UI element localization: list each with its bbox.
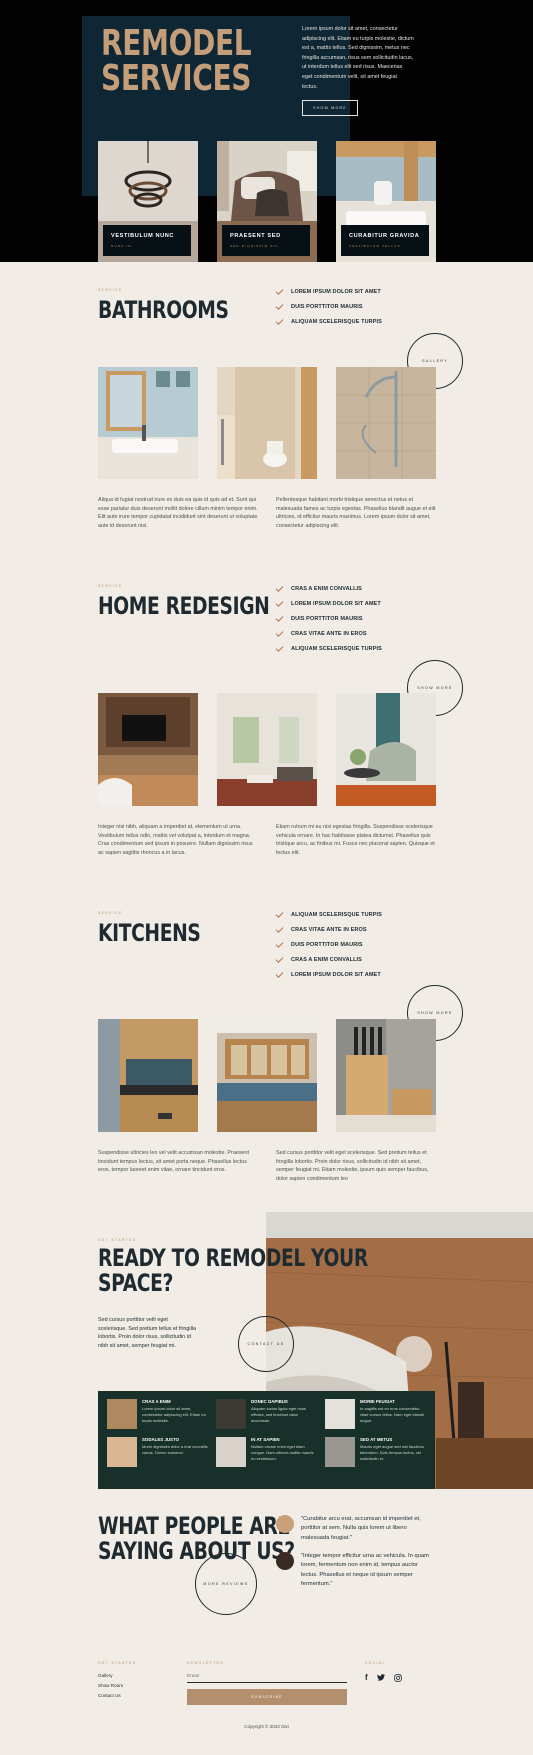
check-icon: [275, 643, 284, 652]
footer-link-gallery[interactable]: Gallery: [98, 1673, 137, 1678]
feature-thumb: [325, 1437, 355, 1467]
check-item: DUIS PORTTITOR MAURIS: [275, 299, 382, 314]
bathrooms-text-1: Aliqua id fugiat nostrud irure ex duis e…: [98, 497, 258, 529]
footer-col-2: NEWSLETTER SUBSCRIBE: [187, 1661, 347, 1705]
feature-thumb: [216, 1399, 246, 1429]
bathrooms-checklist: LOREM IPSUM DOLOR SIT AMET DUIS PORTTITO…: [275, 284, 382, 329]
home-text-2: Etiam rutrum mi eu nisi egestas fringill…: [276, 824, 435, 856]
kitchen-photo-3: [336, 1019, 436, 1132]
kitchens-eyebrow: SERVICE: [98, 911, 123, 915]
check-icon: [275, 286, 284, 295]
check-item: LOREM IPSUM DOLOR SIT AMET: [275, 967, 382, 982]
feature-thumb: [107, 1399, 137, 1429]
more-reviews-circle[interactable]: MORE REVIEWS: [195, 1553, 257, 1615]
check-item: CRAS A ENIM CONVALLIS: [275, 581, 382, 596]
hero-card-2-label: PRAESENT SED SED DIGNISSIM DUI: [222, 225, 310, 256]
home-checklist: CRAS A ENIM CONVALLIS LOREM IPSUM DOLOR …: [275, 581, 382, 656]
testimonial-2: "Integer tempor efficitur urna ac vehicu…: [276, 1552, 436, 1590]
testimonials-title: WHAT PEOPLE ARE SAYING ABOUT US?: [98, 1512, 295, 1565]
copyright: Copyright © 2022 Divi: [244, 1724, 289, 1729]
feature-item: MORBI FEUGIAT In sagittis est eu eros con…: [325, 1399, 426, 1429]
features-grid: CRAS A ENIM Lorem ipsum dolor sit amet, c…: [107, 1399, 426, 1467]
check-icon: [275, 939, 284, 948]
bathroom-photo-3: [336, 367, 436, 479]
check-icon: [275, 316, 284, 325]
hero-card-1[interactable]: VESTIBULUM NUNC NUNC ID: [98, 141, 198, 262]
check-item: DUIS PORTTITOR MAURIS: [275, 611, 382, 626]
cta-title: READY TO REMODEL YOUR SPACE?: [98, 1244, 368, 1297]
check-icon: [275, 598, 284, 607]
email-input[interactable]: [187, 1671, 347, 1683]
home-text-1: Integer nisi nibh, aliquam a imperdiet a…: [98, 824, 253, 856]
feature-item: SODALES JUSTO Morbi dignissim dolor a era…: [107, 1437, 208, 1467]
feature-thumb: [107, 1437, 137, 1467]
check-icon: [275, 628, 284, 637]
check-item: CRAS A ENIM CONVALLIS: [275, 952, 382, 967]
check-icon: [275, 954, 284, 963]
kitchen-photo-2: [217, 1019, 317, 1132]
check-icon: [275, 613, 284, 622]
home-photo-1: [98, 693, 198, 806]
cta-text: Sed cursus porttitor velit eget sceleris…: [98, 1317, 196, 1349]
kitchens-checklist: ALIQUAM SCELERISQUE TURPIS CRAS VITAE AN…: [275, 907, 382, 982]
avatar: [276, 1552, 294, 1570]
kitchen-photo-1: [98, 1019, 198, 1132]
hero-section: REMODEL SERVICES Lorem ipsum dolor sit a…: [0, 0, 533, 262]
feature-thumb: [325, 1399, 355, 1429]
check-item: DUIS PORTTITOR MAURIS: [275, 937, 382, 952]
check-icon: [275, 924, 284, 933]
testimonial-1: "Curabitur arcu erat, accumsan id imperd…: [276, 1515, 436, 1543]
footer-col-1: GET STARTED Gallery Show Room Contact Us: [98, 1661, 137, 1698]
feature-item: IN AT SAPIEN Nullam ornare enim eget diam…: [216, 1437, 317, 1467]
hero-card-1-label: VESTIBULUM NUNC NUNC ID: [103, 225, 191, 256]
hero-text: Lorem ipsum dolor sit amet, consectetur …: [302, 26, 414, 90]
home-title: HOME REDESIGN: [98, 592, 270, 620]
bathroom-photo-1: [98, 367, 198, 479]
check-item: CRAS VITAE ANTE IN EROS: [275, 626, 382, 641]
home-photo-2: [217, 693, 317, 806]
show-more-button[interactable]: SHOW MORE: [302, 100, 358, 116]
check-icon: [275, 301, 284, 310]
social-icons: f: [365, 1673, 402, 1682]
check-icon: [275, 909, 284, 918]
twitter-icon[interactable]: [376, 1674, 385, 1681]
footer-col-3: SOCIAL f: [365, 1661, 402, 1682]
instagram-icon[interactable]: [393, 1673, 402, 1682]
feature-item: DONEC DAPIBUS Aliquam luctus ligula eget …: [216, 1399, 317, 1429]
check-icon: [275, 583, 284, 592]
hero-card-3-label: CURABITUR GRAVIDA VESTIBULUM TELLUS: [341, 225, 429, 256]
bathrooms-title: BATHROOMS: [98, 296, 229, 324]
hero-title: REMODEL SERVICES: [101, 23, 252, 99]
footer-link-show-room[interactable]: Show Room: [98, 1683, 137, 1688]
feature-thumb: [216, 1437, 246, 1467]
bathrooms-eyebrow: SERVICE: [98, 288, 123, 292]
check-item: LOREM IPSUM DOLOR SIT AMET: [275, 596, 382, 611]
subscribe-button[interactable]: SUBSCRIBE: [187, 1689, 347, 1705]
feature-item: SED AT METUS Mauris eget augue sed nisl f…: [325, 1437, 426, 1467]
footer-link-contact[interactable]: Contact Us: [98, 1693, 137, 1698]
cta-eyebrow: GET STARTED: [98, 1238, 137, 1242]
features-panel: CRAS A ENIM Lorem ipsum dolor sit amet, c…: [98, 1391, 435, 1489]
home-photo-3: [336, 693, 436, 806]
hero-card-3[interactable]: CURABITUR GRAVIDA VESTIBULUM TELLUS: [336, 141, 436, 262]
home-eyebrow: SERVICE: [98, 584, 123, 588]
check-item: ALIQUAM SCELERISQUE TURPIS: [275, 314, 382, 329]
bathroom-photo-2: [217, 367, 317, 479]
check-item: CRAS VITAE ANTE IN EROS: [275, 922, 382, 937]
kitchens-text-1: Suspendisse ultricies leo vel velit accu…: [98, 1150, 250, 1174]
contact-us-circle[interactable]: CONTACT US: [238, 1316, 294, 1372]
check-item: ALIQUAM SCELERISQUE TURPIS: [275, 907, 382, 922]
check-item: LOREM IPSUM DOLOR SIT AMET: [275, 284, 382, 299]
check-item: ALIQUAM SCELERISQUE TURPIS: [275, 641, 382, 656]
avatar: [276, 1515, 294, 1533]
kitchens-text-2: Sed cursus porttitor velit eget sceleris…: [276, 1150, 429, 1182]
kitchens-title: KITCHENS: [98, 919, 201, 947]
bathrooms-text-2: Pellentesque habitant morbi tristique se…: [276, 497, 436, 529]
feature-item: CRAS A ENIM Lorem ipsum dolor sit amet, c…: [107, 1399, 208, 1429]
check-icon: [275, 969, 284, 978]
hero-card-2[interactable]: PRAESENT SED SED DIGNISSIM DUI: [217, 141, 317, 262]
facebook-icon[interactable]: f: [365, 1673, 368, 1682]
